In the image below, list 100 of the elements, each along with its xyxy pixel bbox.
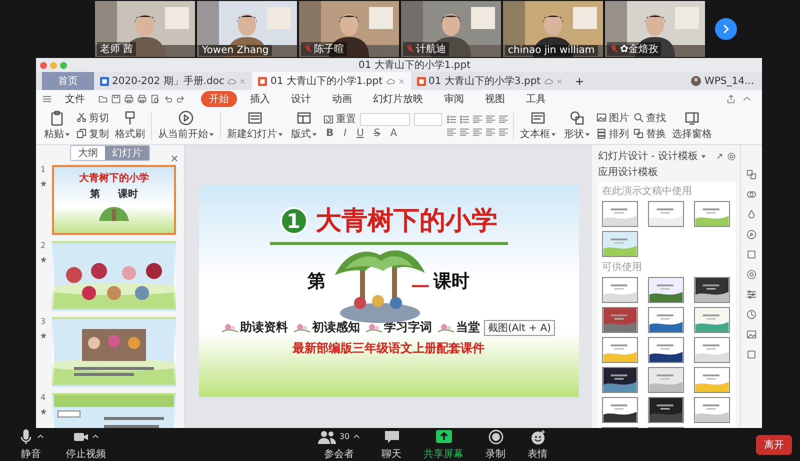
font-size-field[interactable]	[414, 112, 442, 126]
image-icon[interactable]	[746, 329, 757, 340]
ribbon-button[interactable]: 复制	[76, 126, 109, 140]
ribbon-tab[interactable]: 动画	[324, 90, 360, 106]
ribbon-tab[interactable]: 工具	[518, 90, 554, 106]
sliders-icon[interactable]	[746, 289, 757, 300]
align-icon[interactable]	[498, 126, 509, 138]
ribbon-tab[interactable]: 视图	[477, 90, 513, 106]
printer-icon[interactable]	[124, 94, 134, 104]
save-icon[interactable]	[111, 94, 121, 104]
chevron-up-icon[interactable]	[352, 433, 360, 440]
clock-icon[interactable]	[746, 309, 757, 320]
text-box-icon	[530, 110, 546, 126]
align-icon[interactable]	[459, 126, 470, 138]
star-icon	[40, 332, 46, 339]
reset-button[interactable]: 重置	[323, 112, 356, 126]
menu-icon[interactable]	[42, 94, 52, 104]
square-icon[interactable]	[746, 249, 757, 260]
format-button[interactable]: S	[370, 128, 384, 139]
list-icon[interactable]	[459, 114, 470, 124]
ribbon-button[interactable]: 选择窗格	[670, 110, 714, 141]
caret-icon	[551, 132, 556, 136]
scissors-icon	[76, 112, 87, 123]
slide-thumbnail[interactable]: 大青树下的小学 第 课时	[52, 165, 176, 235]
ribbon-button[interactable]: 版式	[289, 110, 319, 141]
document-tab[interactable]: 01 大青山下的小学3.ppt	[410, 72, 569, 90]
toolbar-button[interactable]: 共享屏幕	[420, 428, 468, 460]
ribbon-button[interactable]: 粘贴	[42, 110, 72, 141]
toolbar-button[interactable]: 表情	[524, 428, 552, 460]
circles-icon[interactable]	[746, 189, 757, 200]
toolbar-button[interactable]: 静音	[14, 428, 48, 460]
align-icon[interactable]	[498, 114, 509, 124]
document-tab[interactable]: 01 大青山下的小学1.ppt	[252, 72, 411, 90]
document-tab[interactable]: 2020-202 期」手册.doc	[94, 72, 252, 90]
ribbon-tab[interactable]: 幻灯片放映	[365, 90, 431, 106]
ribbon-button[interactable]: 形状	[562, 110, 592, 141]
toolbar-button[interactable]: 停止视频	[62, 428, 110, 460]
undo-icon[interactable]	[163, 94, 173, 104]
redo-icon[interactable]	[176, 94, 186, 104]
participant-name: ✿金焙孜	[620, 42, 658, 56]
folder-icon[interactable]	[98, 94, 108, 104]
format-button[interactable]: B	[323, 128, 337, 139]
compass-icon[interactable]	[746, 229, 757, 240]
lesson-text: 第	[308, 270, 326, 293]
slide-number: 3	[40, 317, 46, 326]
account-name[interactable]: WPS_14...	[704, 76, 754, 86]
square-icon[interactable]	[746, 349, 757, 360]
ribbon-button[interactable]: 查找	[633, 110, 666, 124]
ribbon-tab[interactable]: 审阅	[436, 90, 472, 106]
format-button[interactable]: A	[387, 128, 400, 139]
ribbon-button[interactable]: 新建幻灯片	[225, 110, 285, 141]
participant-name: 计航迪	[416, 42, 446, 56]
printer-icon[interactable]	[137, 94, 147, 104]
align-icon[interactable]	[485, 114, 496, 124]
chevron-right-icon	[721, 24, 731, 34]
format-button[interactable]: I	[340, 128, 350, 139]
toolbar-button[interactable]: 录制	[482, 428, 510, 460]
chevron-up-icon[interactable]	[92, 433, 99, 440]
format-button[interactable]: U	[354, 128, 367, 139]
preview-icon[interactable]	[150, 94, 160, 104]
next-page-button[interactable]	[715, 18, 737, 40]
ribbon-button[interactable]: 格式刷	[113, 110, 147, 141]
ribbon-button[interactable]: 替换	[633, 126, 666, 140]
settings-icon[interactable]	[746, 269, 757, 280]
file-menu[interactable]: 文件	[57, 90, 93, 106]
ribbon-button[interactable]: 剪切	[76, 110, 109, 124]
pin-icon[interactable]	[715, 152, 724, 160]
cloud-icon	[544, 76, 553, 86]
replace-icon[interactable]	[746, 169, 757, 180]
ribbon-button[interactable]: 从当前开始	[156, 110, 216, 141]
leave-button[interactable]: 离开	[756, 434, 792, 454]
flower-icon	[366, 322, 382, 332]
topic-label: 初读感知	[312, 319, 360, 336]
share-icon[interactable]	[726, 94, 736, 104]
drop-icon[interactable]	[746, 209, 757, 220]
ribbon-button[interactable]: 文本框	[518, 110, 558, 141]
settings-icon[interactable]	[727, 152, 736, 160]
font-name-field[interactable]	[360, 112, 410, 126]
list-icon[interactable]	[446, 114, 457, 124]
toolbar-button[interactable]: 30 参会者	[314, 428, 364, 460]
share-screen-icon	[434, 428, 453, 444]
cloud-icon	[386, 76, 395, 86]
close-icon	[398, 78, 405, 84]
presentation-icon	[416, 76, 426, 86]
ribbon-button[interactable]: 图片	[596, 110, 629, 124]
ribbon-tab[interactable]: 设计	[283, 90, 319, 106]
slide-number: 2	[40, 241, 46, 250]
muted-mic-icon	[406, 45, 414, 53]
ribbon-tab[interactable]: 开始	[201, 90, 237, 106]
view-tab[interactable]: 大纲	[71, 146, 105, 160]
align-icon[interactable]	[472, 114, 483, 124]
toolbar-button[interactable]: 聊天	[378, 428, 406, 460]
toolbar-label: 参会者	[324, 448, 354, 460]
align-icon[interactable]	[472, 126, 483, 138]
ribbon-tab[interactable]: 插入	[242, 90, 278, 106]
ribbon-button[interactable]: 排列	[596, 126, 629, 140]
align-icon[interactable]	[485, 126, 496, 138]
chevron-up-icon[interactable]	[37, 433, 44, 440]
close-icon	[171, 155, 178, 162]
align-icon[interactable]	[446, 126, 457, 138]
